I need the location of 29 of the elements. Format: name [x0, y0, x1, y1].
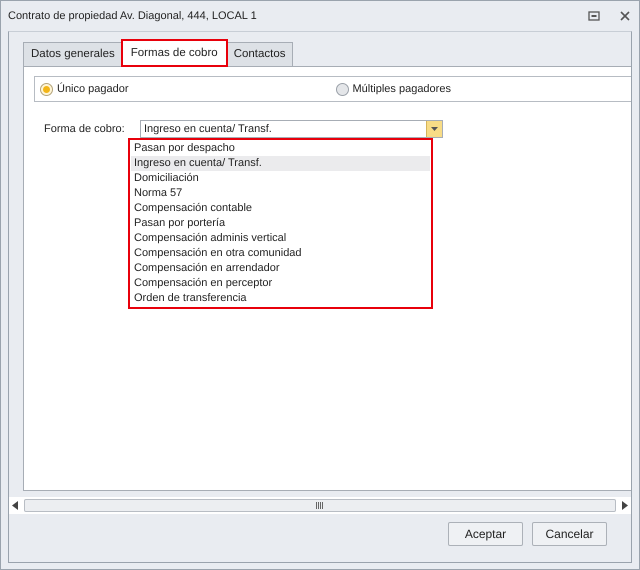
dialog-button[interactable]: Aceptar	[448, 522, 523, 546]
field-label: Forma de cobro:	[44, 122, 126, 137]
dropdown-option[interactable]: Domiciliación	[131, 171, 430, 186]
radio-label[interactable]: Múltiples pagadores	[352, 80, 451, 98]
horizontal-scrollbar[interactable]	[9, 497, 631, 514]
dropdown-option[interactable]: Norma 57	[131, 186, 430, 201]
dropdown-option[interactable]: Compensación en otra comunidad	[131, 246, 430, 261]
close-icon[interactable]	[618, 9, 632, 23]
dropdown-option[interactable]: Pasan por portería	[131, 216, 430, 231]
scroll-right-icon[interactable]	[622, 501, 628, 510]
dropdown-option[interactable]: Pasan por despacho	[131, 141, 430, 156]
dialog-button[interactable]: Cancelar	[532, 522, 607, 546]
restore-icon[interactable]	[587, 9, 601, 23]
dropdown-option[interactable]: Compensación en arrendador	[131, 261, 430, 276]
dropdown-option[interactable]: Compensación en perceptor	[131, 276, 430, 291]
scrollbar-thumb[interactable]	[24, 499, 616, 512]
radio-button[interactable]	[40, 82, 53, 96]
radio-label[interactable]: Único pagador	[57, 80, 129, 98]
dropdown-option[interactable]: Ingreso en cuenta/ Transf.	[131, 156, 430, 171]
radio-button[interactable]	[336, 82, 348, 96]
tab[interactable]: Contactos	[226, 42, 294, 66]
tab[interactable]: Datos generales	[23, 42, 123, 66]
window-title: Contrato de propiedad Av. Diagonal, 444, LOCAL 1	[8, 8, 258, 24]
payment-method-dropdown[interactable]: Ingreso en cuenta/ Transf.	[140, 120, 443, 138]
dropdown-option[interactable]: Orden de transferencia	[131, 291, 430, 306]
scroll-left-icon[interactable]	[12, 501, 18, 510]
dropdown-option[interactable]: Compensación adminis vertical	[131, 231, 430, 246]
dropdown-option[interactable]: Compensación contable	[131, 201, 430, 216]
tab[interactable]: Formas de cobro	[122, 40, 227, 66]
